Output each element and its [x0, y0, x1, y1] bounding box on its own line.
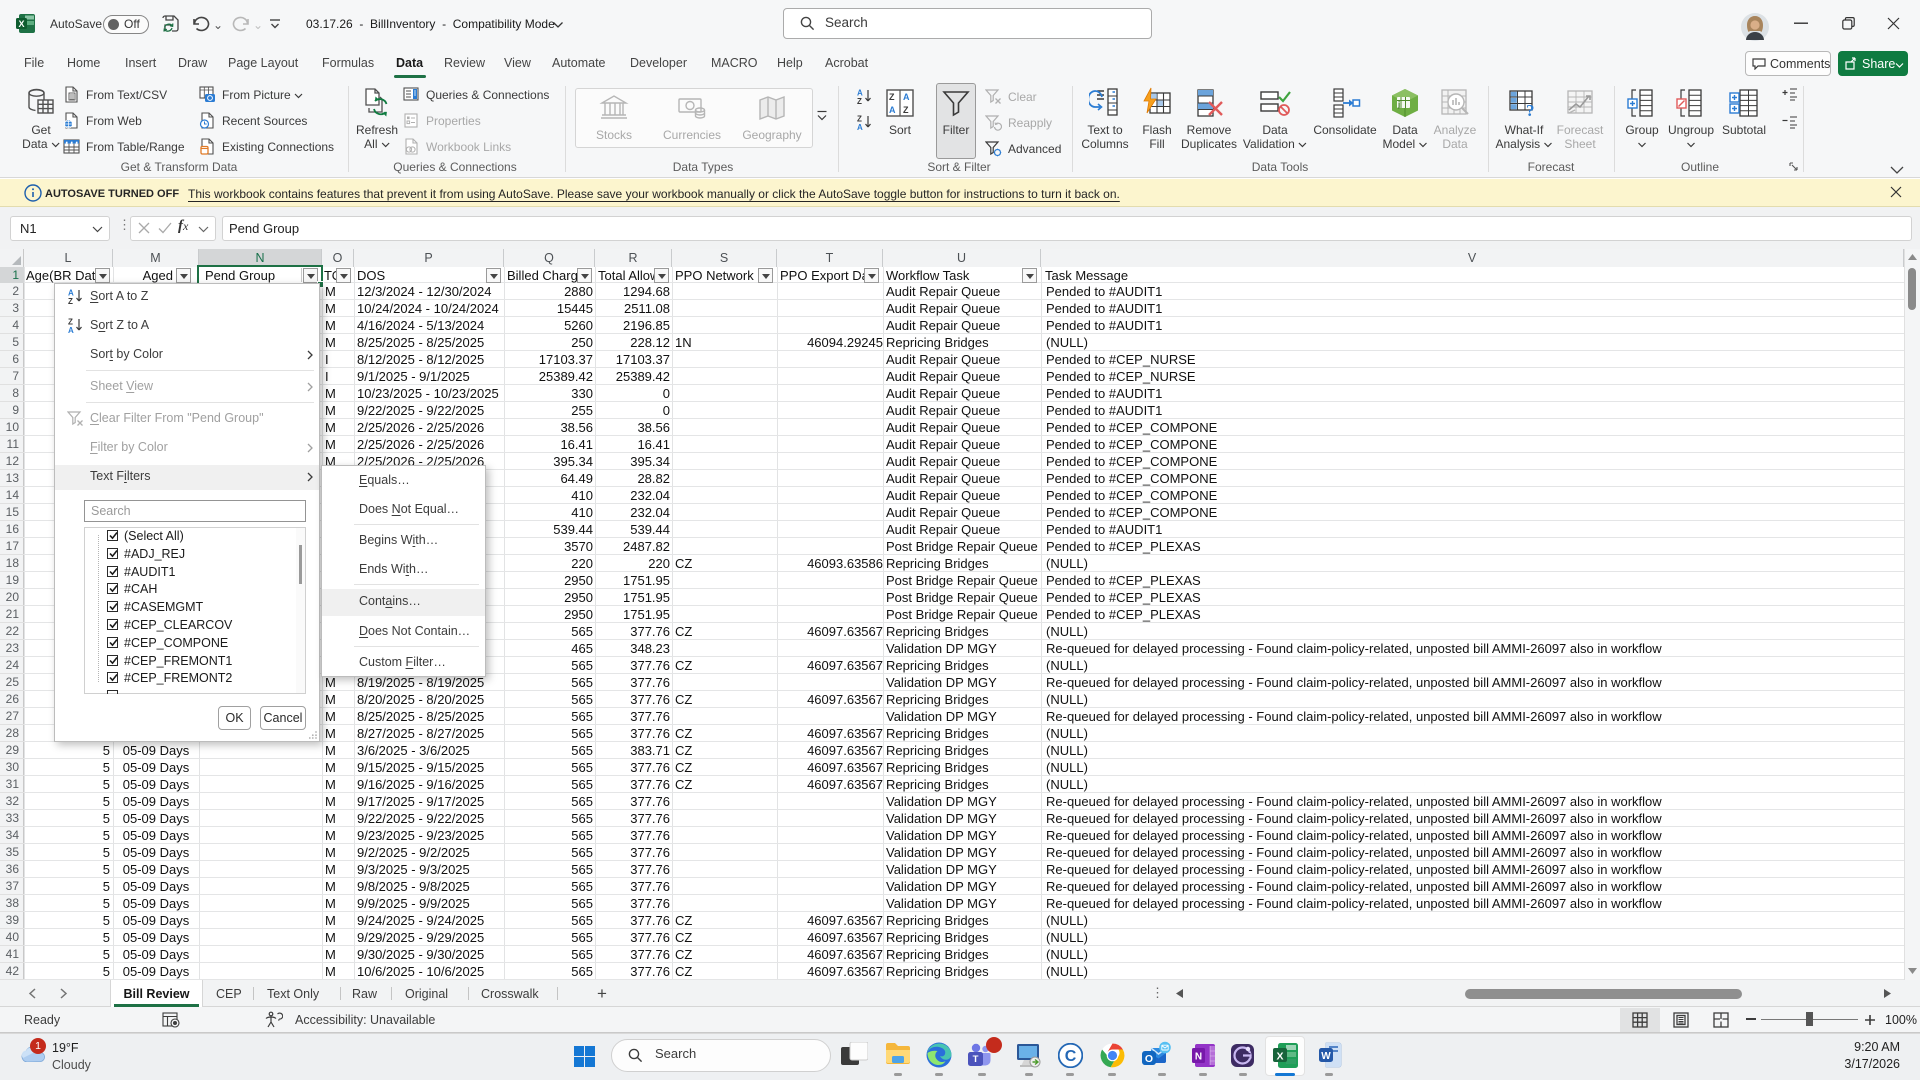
svg-text:Z: Z	[903, 105, 909, 115]
svg-text:A: A	[903, 92, 910, 102]
svg-text:N: N	[1195, 1052, 1202, 1063]
svg-text:T: T	[973, 1054, 979, 1065]
svg-text:C: C	[1065, 1048, 1077, 1065]
svg-text:A: A	[68, 326, 74, 334]
svg-text:Z: Z	[68, 297, 73, 305]
svg-text:Z: Z	[889, 92, 895, 102]
svg-text:A: A	[857, 123, 863, 131]
svg-text:?: ?	[1526, 101, 1535, 119]
svg-text:X: X	[1276, 1051, 1283, 1063]
svg-text:A: A	[889, 105, 896, 115]
svg-text:O: O	[1145, 1053, 1153, 1065]
svg-text:W: W	[1321, 1051, 1331, 1062]
svg-text:Z: Z	[857, 97, 862, 105]
svg-text:X: X	[18, 19, 24, 29]
svg-text:j: j	[1397, 100, 1400, 109]
